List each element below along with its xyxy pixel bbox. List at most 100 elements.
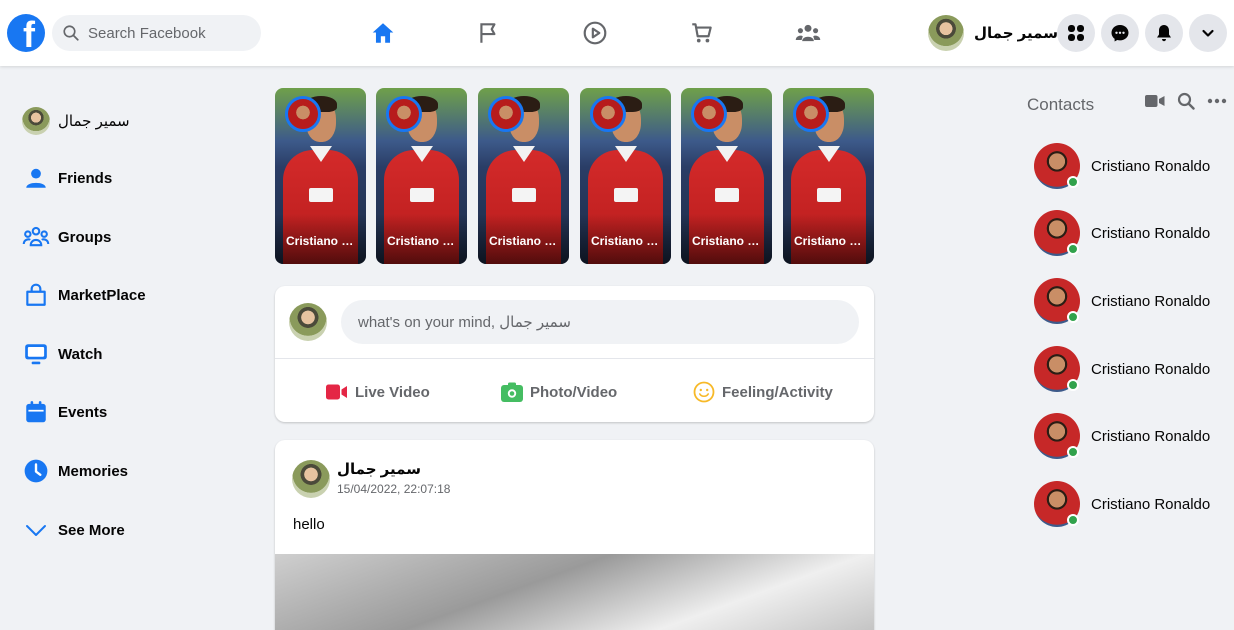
story-avatar: [691, 96, 727, 132]
messenger-icon: [1111, 25, 1129, 42]
contact-name: Cristiano Ronaldo: [1091, 292, 1211, 310]
nav-watch[interactable]: [578, 16, 612, 50]
post-composer: what's on your mind, سمير جمال Live Vide…: [275, 286, 874, 422]
more-options-icon[interactable]: [1207, 98, 1227, 104]
contact-item[interactable]: Cristiano Ronaldo: [1034, 278, 1210, 324]
sidebar-item-label: سمير جمال: [58, 113, 130, 130]
post-text: hello: [293, 516, 325, 533]
story-card[interactable]: Cristiano Ronaldo: [275, 88, 366, 264]
sidebar-profile-avatar: [22, 107, 50, 135]
watch-play-icon: [583, 21, 607, 45]
contact-item[interactable]: Cristiano Ronaldo: [1034, 210, 1210, 256]
feeling-activity-label: Feeling/Activity: [722, 383, 833, 401]
nav-home[interactable]: [366, 16, 400, 50]
groups-icon: [795, 24, 821, 42]
live-video-label: Live Video: [355, 383, 430, 401]
story-avatar: [285, 96, 321, 132]
sidebar-item-groups[interactable]: Groups: [22, 222, 111, 252]
messenger-button[interactable]: [1101, 14, 1139, 52]
whats-on-your-mind-input[interactable]: what's on your mind, سمير جمال: [341, 300, 859, 344]
sidebar-item-label: Watch: [58, 345, 103, 363]
contact-item[interactable]: Cristiano Ronaldo: [1034, 413, 1210, 459]
story-avatar: [793, 96, 829, 132]
search-input[interactable]: [88, 24, 248, 42]
memories-clock-icon: [24, 459, 48, 483]
video-call-icon[interactable]: [1145, 93, 1165, 109]
post-author-avatar[interactable]: [292, 460, 330, 498]
user-avatar: [928, 15, 964, 51]
story-name: Cristiano Ronaldo: [286, 234, 362, 248]
marketplace-cart-icon: [692, 23, 712, 43]
contact-avatar: [1034, 278, 1080, 324]
post-image[interactable]: [275, 554, 874, 630]
account-button[interactable]: [1189, 14, 1227, 52]
contact-item[interactable]: Cristiano Ronaldo: [1034, 481, 1210, 527]
story-card[interactable]: Cristiano Ronaldo: [783, 88, 874, 264]
nav-marketplace[interactable]: [685, 16, 719, 50]
top-navigation-bar: f Search Facebook سمير جمال: [0, 0, 1234, 66]
account-chevron-icon: [1202, 29, 1214, 37]
contact-name: Cristiano Ronaldo: [1091, 495, 1211, 513]
story-card[interactable]: Cristiano Ronaldo: [376, 88, 467, 264]
nav-pages[interactable]: [472, 16, 506, 50]
notifications-bell-icon: [1157, 25, 1171, 42]
contact-avatar: [1034, 481, 1080, 527]
post-author-name[interactable]: سمير جمال: [337, 460, 421, 478]
post-timestamp[interactable]: 15/04/2022, 22:07:18: [337, 482, 450, 496]
contacts-toolbar: [1145, 92, 1227, 110]
online-status-dot: [1067, 311, 1079, 323]
story-name: Cristiano Ronaldo: [794, 234, 870, 248]
contact-name: Cristiano Ronaldo: [1091, 224, 1211, 242]
events-calendar-icon: [26, 401, 46, 423]
sidebar-item-memories[interactable]: Memories: [22, 456, 128, 486]
feeling-smile-icon: [693, 381, 715, 403]
search-box[interactable]: [52, 15, 261, 51]
contact-item[interactable]: Cristiano Ronaldo: [1034, 346, 1210, 392]
photo-video-label: Photo/Video: [530, 383, 618, 401]
contacts-title: Contacts: [1027, 95, 1095, 114]
story-card[interactable]: Cristiano Ronaldo: [681, 88, 772, 264]
contact-avatar: [1034, 346, 1080, 392]
friends-icon: [26, 168, 46, 188]
feeling-activity-button[interactable]: Feeling/Activity: [693, 378, 833, 406]
story-name: Cristiano Ronaldo: [692, 234, 768, 248]
sidebar-item-label: MarketPlace: [58, 286, 146, 304]
contact-item[interactable]: Cristiano Ronaldo: [1034, 143, 1210, 189]
live-video-icon: [326, 384, 347, 400]
watch-tv-icon: [25, 344, 47, 365]
contact-avatar: [1034, 210, 1080, 256]
search-icon[interactable]: [1177, 92, 1195, 110]
online-status-dot: [1067, 446, 1079, 458]
facebook-logo[interactable]: f: [7, 14, 45, 52]
sidebar-item-profile[interactable]: سمير جمال: [22, 106, 130, 136]
sidebar-item-marketplace[interactable]: MarketPlace: [22, 280, 146, 310]
sidebar-item-label: See More: [58, 521, 125, 539]
story-avatar: [386, 96, 422, 132]
sidebar-item-label: Events: [58, 403, 108, 421]
story-name: Cristiano Ronaldo: [489, 234, 565, 248]
menu-grid-icon: [1068, 25, 1084, 41]
composer-avatar: [289, 303, 327, 341]
sidebar-item-see-more[interactable]: See More: [22, 515, 125, 545]
notifications-button[interactable]: [1145, 14, 1183, 52]
sidebar-item-label: Friends: [58, 169, 113, 187]
story-card[interactable]: Cristiano Ronaldo: [478, 88, 569, 264]
groups-icon: [22, 226, 50, 247]
photo-video-button[interactable]: Photo/Video: [501, 378, 617, 406]
header-user-name: سمير جمال: [974, 25, 1058, 42]
menu-button[interactable]: [1057, 14, 1095, 52]
sidebar-item-label: Groups: [58, 228, 112, 246]
sidebar-item-friends[interactable]: Friends: [22, 163, 112, 193]
pages-flag-icon: [480, 23, 496, 43]
nav-groups[interactable]: [791, 16, 825, 50]
live-video-button[interactable]: Live Video: [326, 378, 430, 406]
sidebar-item-label: Memories: [58, 462, 129, 480]
online-status-dot: [1067, 514, 1079, 526]
home-icon: [372, 23, 394, 43]
search-icon: [63, 25, 79, 41]
sidebar-item-watch[interactable]: Watch: [22, 339, 102, 369]
online-status-dot: [1067, 176, 1079, 188]
story-card[interactable]: Cristiano Ronaldo: [580, 88, 671, 264]
sidebar-item-events[interactable]: Events: [22, 397, 107, 427]
header-profile-link[interactable]: سمير جمال: [928, 15, 1058, 51]
